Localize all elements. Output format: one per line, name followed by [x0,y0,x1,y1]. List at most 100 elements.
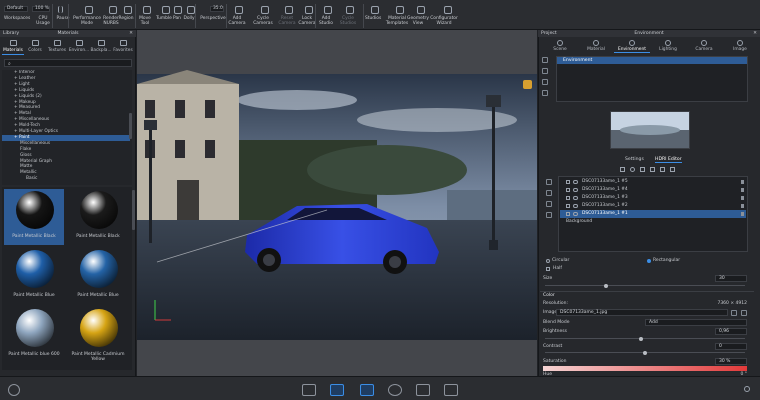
layer-checkbox[interactable] [566,180,570,184]
tab-scene[interactable]: Scene [542,38,578,53]
toolbar-button-move-tool[interactable]: Move Tool [138,16,152,29]
tab-hdri-editor[interactable]: HDRI Editor [655,157,682,163]
render-mode-icon[interactable] [302,384,316,396]
toolbar-tool-icon[interactable] [371,6,379,14]
saturation-input[interactable]: 30 % [715,358,747,365]
toolbar-tool-icon[interactable] [417,6,425,14]
tab-textures[interactable]: Textures [46,38,68,55]
toolbar-tool-icon[interactable] [174,6,182,14]
layer-checkbox[interactable] [566,196,570,200]
lock-icon[interactable] [741,204,744,208]
hdri-layer-row[interactable]: DSC07133ame_1 #4 [560,186,746,194]
tree-scrollbar[interactable] [129,113,132,139]
toolbar-tool-icon[interactable] [285,6,293,14]
toolbar-button-tumble[interactable]: Tumble [156,16,172,29]
size-input[interactable]: 30 [715,275,747,282]
tab-material[interactable]: Material [578,38,614,53]
toolbar-button-geometry-view[interactable]: Geometry View [407,16,429,29]
material-thumbnail[interactable]: Paint Metallic Black [4,189,64,245]
material-thumbnail[interactable]: Paint Metallic Blue [4,248,64,304]
tab-lighting[interactable]: Lighting [650,38,686,53]
material-search-input[interactable]: ⌕ [4,59,132,67]
toolbar-button-performance-mode[interactable]: Performance Mode [72,16,102,29]
tab-image[interactable]: Image [722,38,758,53]
image-file-field[interactable]: DSC07133ame_1.jpg [556,309,728,316]
close-icon[interactable]: ✕ [129,30,133,37]
lock-icon[interactable] [741,212,744,216]
hdri-layer-row[interactable]: DSC07133ame_1 #3 [560,194,746,202]
add-environment-icon[interactable] [542,57,548,63]
brightness-input[interactable]: 0,96 [715,328,747,335]
shape-rectangular-radio[interactable] [647,259,651,263]
toolbar-tool-icon[interactable] [346,6,354,14]
toolbar-button-workspaces[interactable]: Workspaces [4,16,30,29]
duplicate-layer-icon[interactable] [660,167,665,172]
toolbar-tool-icon[interactable] [235,6,243,14]
color-section-header[interactable]: Color [543,293,555,298]
toolbar-button-lock-camera[interactable]: Lock Camera [298,16,316,29]
tab-environ[interactable]: Environ... [68,38,90,55]
toolbar-button-cpu-usage[interactable]: CPU Usage [32,16,54,29]
tab-environment[interactable]: Environment [614,38,650,53]
eye-icon[interactable] [573,196,578,200]
toolbar-tool-icon[interactable] [85,6,93,14]
eye-icon[interactable] [573,204,578,208]
viewport-badge-icon[interactable] [523,80,532,89]
tab-settings[interactable]: Settings [625,157,644,162]
render-viewport[interactable] [137,30,537,376]
geometry-icon[interactable] [416,384,430,396]
toolbar-button-reset-camera[interactable]: Reset Camera [277,16,297,29]
toolbar-tool-icon[interactable] [324,6,332,14]
half-checkbox[interactable] [546,267,550,271]
toolbar-button-pan[interactable]: Pan [172,16,182,29]
duplicate-icon[interactable] [542,68,548,74]
clear-image-icon[interactable] [741,310,747,316]
move-up-icon[interactable] [546,179,552,185]
layer-checkbox[interactable] [566,188,570,192]
tab-camera[interactable]: Camera [686,38,722,53]
toolbar-tool-icon[interactable] [124,6,132,14]
tree-item[interactable]: Basic [2,176,130,182]
add-ellipse-icon[interactable] [630,167,635,172]
library-toggle-icon[interactable] [330,384,344,396]
layer-checkbox[interactable] [566,212,570,216]
brightness-slider-knob[interactable] [639,336,644,341]
material-thumbnail[interactable]: Paint Metallic Cadmium Yellow [68,307,128,363]
hdri-preview[interactable] [610,111,690,149]
tab-materials[interactable]: Materials [2,38,24,55]
tab-colors[interactable]: Colors [24,38,46,55]
toolbar-button-cycle-studios[interactable]: Cycle Studios [338,16,358,29]
delete-layer-icon[interactable] [670,167,675,172]
blend-mode-select[interactable]: Add [645,319,747,326]
toolbar-tool-icon[interactable] [305,6,313,14]
tab-backpla[interactable]: Backpla... [90,38,112,55]
size-slider[interactable] [545,283,745,288]
delete-icon[interactable] [542,79,548,85]
eye-icon[interactable] [573,180,578,184]
close-icon[interactable]: ✕ [753,30,757,37]
saturation-gradient-slider[interactable] [543,366,747,371]
hdri-layer-row[interactable]: DSC07133ame_1 #1 [560,210,746,218]
toolbar-button-add-studio[interactable]: Add Studio [318,16,334,29]
add-gradient-icon[interactable] [650,167,655,172]
toolbar-tool-icon[interactable] [187,6,195,14]
toolbar-button-material-templates[interactable]: Material Templates [385,16,409,29]
visibility-icon[interactable] [546,201,552,207]
toolbar-button-studios[interactable]: Studios [365,16,381,29]
background-layer[interactable]: Background [560,218,746,226]
zoom-select[interactable]: 100 % [32,6,50,12]
hdri-layer-row[interactable]: DSC07133ame_1 #5 [560,178,746,186]
toolbar-tool-icon[interactable] [162,6,170,14]
material-thumbnail[interactable]: Paint Metallic Blue [68,248,128,304]
contrast-slider-knob[interactable] [643,350,647,355]
add-light-icon[interactable] [620,167,625,172]
add-image-icon[interactable] [640,167,645,172]
eye-icon[interactable] [573,188,578,192]
eye-icon[interactable] [573,212,578,216]
settings-gear-icon[interactable] [744,386,750,392]
size-slider-knob[interactable] [603,283,608,288]
toolbar-tool-icon[interactable] [444,6,452,14]
lock-icon[interactable] [741,188,744,192]
camera-icon[interactable] [388,384,402,396]
settings-icon[interactable] [546,212,552,218]
